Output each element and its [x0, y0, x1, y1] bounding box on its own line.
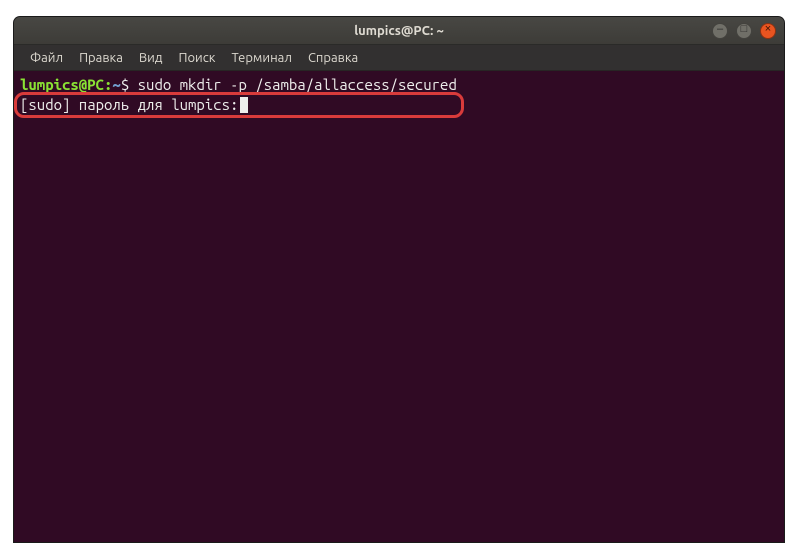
menu-file[interactable]: Файл — [22, 48, 71, 68]
close-icon: × — [765, 24, 771, 35]
menu-search[interactable]: Поиск — [170, 48, 223, 68]
menu-edit[interactable]: Правка — [71, 48, 131, 68]
sudo-password-prompt: [sudo] пароль для lumpics: — [20, 96, 238, 113]
menu-help[interactable]: Справка — [300, 48, 366, 68]
cursor — [240, 97, 248, 113]
maximize-button[interactable]: □ — [736, 23, 752, 39]
maximize-icon: □ — [741, 24, 748, 35]
prompt-user: lumpics@PC — [20, 76, 104, 93]
window-controls: – □ × — [712, 23, 776, 39]
terminal-line-1: lumpics@PC:~$ sudo mkdir -p /samba/allac… — [20, 75, 778, 95]
prompt-path: ~ — [112, 76, 120, 93]
prompt-dollar: $ — [121, 76, 129, 93]
terminal-line-2: [sudo] пароль для lumpics: — [20, 95, 778, 115]
terminal-window: lumpics@PC: ~ – □ × Файл Правка Вид Поис… — [14, 17, 784, 542]
command-text: sudo mkdir -p /samba/allaccess/secured — [138, 76, 457, 93]
titlebar[interactable]: lumpics@PC: ~ – □ × — [14, 17, 784, 45]
menu-terminal[interactable]: Терминал — [223, 48, 299, 68]
minimize-icon: – — [717, 24, 723, 35]
menu-view[interactable]: Вид — [131, 48, 171, 68]
menubar: Файл Правка Вид Поиск Терминал Справка — [14, 45, 784, 71]
terminal-body[interactable]: lumpics@PC:~$ sudo mkdir -p /samba/allac… — [14, 71, 784, 542]
close-button[interactable]: × — [760, 23, 776, 39]
window-title: lumpics@PC: ~ — [14, 24, 784, 38]
minimize-button[interactable]: – — [712, 23, 728, 39]
